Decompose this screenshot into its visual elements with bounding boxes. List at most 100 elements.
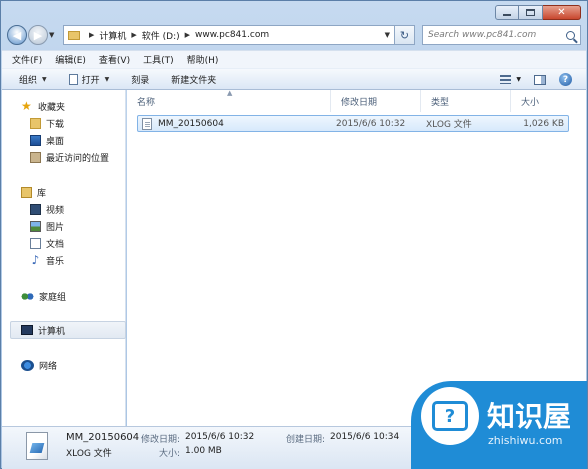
menu-bar: 文件(F) 编辑(E) 查看(V) 工具(T) 帮助(H) [2, 50, 586, 68]
crumb-separator-icon[interactable]: ▶ [185, 31, 190, 39]
caption-buttons: ✕ [495, 5, 581, 20]
details-modified-value: 2015/6/6 10:32 [185, 432, 255, 442]
nav-favorites-label: 收藏夹 [38, 102, 66, 113]
open-icon [68, 73, 78, 85]
nav-documents[interactable]: 文档 [30, 235, 64, 251]
address-bar[interactable]: ▶ 计算机 ▶ 软件 (D:) ▶ www.pc841.com ▼ [63, 25, 395, 45]
nav-downloads-label: 下载 [46, 119, 65, 130]
close-button[interactable]: ✕ [543, 5, 581, 20]
search-input[interactable]: Search www.pc841.com [428, 30, 566, 40]
column-header-size[interactable]: 大小 [511, 90, 587, 112]
details-created-label: 创建日期: [286, 435, 326, 445]
nav-libraries[interactable]: 库 [21, 184, 46, 200]
preview-pane-icon[interactable] [534, 74, 546, 85]
column-header-type[interactable]: 类型 [421, 90, 511, 112]
desktop-icon [30, 134, 41, 146]
libraries-icon [21, 186, 32, 198]
watermark-title: 知识屋 [487, 400, 572, 433]
view-controls: ▼ ? [500, 73, 572, 86]
command-bar: 组织 ▼ 打开 ▼ 刻录 新建文件夹 ▼ ? [2, 68, 586, 90]
navigation-pane: ★ 收藏夹 下载 桌面 最近访问的位置 库 视频 图片 文档 ♪ 音乐 家庭组 … [2, 90, 126, 426]
organize-label: 组织 [19, 75, 38, 86]
refresh-icon: ↻ [399, 28, 410, 42]
nav-desktop[interactable]: 桌面 [30, 132, 64, 148]
nav-favorites[interactable]: ★ 收藏夹 [21, 98, 65, 114]
refresh-button[interactable]: ↻ [395, 25, 415, 45]
nav-videos[interactable]: 视频 [30, 201, 64, 217]
burn-button[interactable]: 刻录 [131, 73, 149, 86]
nav-libraries-label: 库 [37, 188, 47, 199]
maximize-icon [526, 9, 535, 16]
xlog-file-icon [142, 117, 152, 130]
nav-documents-label: 文档 [46, 239, 65, 250]
recent-pages-dropdown[interactable]: ▼ [49, 31, 59, 39]
nav-computer[interactable]: 计算机 [21, 322, 65, 338]
back-arrow-icon: ◀ [12, 28, 22, 42]
recent-places-icon [30, 151, 41, 163]
column-modified-label: 修改日期 [341, 97, 378, 108]
menu-view[interactable]: 查看(V) [99, 53, 130, 66]
details-modified-label: 修改日期: [141, 435, 181, 445]
details-file-name: MM_20150604 [66, 432, 140, 443]
nav-network-label: 网络 [39, 361, 58, 372]
details-created-value: 2015/6/6 10:34 [330, 432, 400, 442]
nav-pictures[interactable]: 图片 [30, 218, 64, 234]
breadcrumb-drive[interactable]: 软件 (D:) [142, 29, 180, 42]
menu-file[interactable]: 文件(F) [12, 53, 42, 66]
nav-recent-label: 最近访问的位置 [46, 153, 110, 164]
folder-icon [68, 30, 80, 40]
address-dropdown-icon[interactable]: ▼ [385, 31, 390, 39]
nav-downloads[interactable]: 下载 [30, 115, 64, 131]
search-icon[interactable] [566, 30, 575, 40]
view-dropdown-icon[interactable]: ▼ [516, 76, 521, 83]
maximize-button[interactable] [519, 5, 543, 20]
nav-homegroup-label: 家庭组 [39, 292, 67, 303]
minimize-button[interactable] [495, 5, 519, 20]
burn-label: 刻录 [131, 75, 150, 86]
back-button[interactable]: ◀ [7, 25, 27, 45]
breadcrumb-folder[interactable]: www.pc841.com [195, 30, 269, 40]
column-size-label: 大小 [521, 97, 540, 108]
breadcrumb-computer[interactable]: 计算机 [99, 29, 126, 42]
file-list-pane: 名称 ▲ 修改日期 类型 大小 MM_20150604 2015/6/6 10:… [127, 89, 587, 426]
nav-pictures-label: 图片 [46, 222, 65, 233]
network-icon [21, 359, 34, 371]
file-row[interactable]: MM_20150604 2015/6/6 10:32 XLOG 文件 1,026… [137, 115, 569, 132]
videos-icon [30, 203, 41, 215]
help-icon[interactable]: ? [559, 73, 572, 86]
watermark-circle: ? [421, 387, 479, 445]
address-row: ◀ ▶ ▼ ▶ 计算机 ▶ 软件 (D:) ▶ www.pc841.com ▼ … [7, 23, 581, 47]
organize-button[interactable]: 组织 ▼ [19, 73, 47, 86]
forward-arrow-icon: ▶ [33, 28, 43, 42]
open-button[interactable]: 打开 ▼ [68, 73, 110, 86]
nav-recent-places[interactable]: 最近访问的位置 [30, 149, 109, 165]
chevron-down-icon: ▼ [104, 75, 110, 83]
menu-tools[interactable]: 工具(T) [143, 53, 174, 66]
nav-music[interactable]: ♪ 音乐 [30, 252, 64, 268]
explorer-window: ✕ ◀ ▶ ▼ ▶ 计算机 ▶ 软件 (D:) ▶ www.pc841.com … [0, 0, 588, 469]
sort-ascending-icon: ▲ [227, 89, 233, 97]
nav-homegroup[interactable]: 家庭组 [21, 288, 66, 304]
change-view-icon[interactable] [500, 75, 512, 84]
nav-desktop-label: 桌面 [46, 136, 65, 147]
file-size: 1,026 KB [523, 118, 564, 129]
search-box[interactable]: Search www.pc841.com [422, 25, 581, 45]
new-folder-button[interactable]: 新建文件夹 [171, 73, 216, 86]
file-modified: 2015/6/6 10:32 [336, 118, 406, 129]
documents-icon [30, 237, 41, 249]
crumb-separator-icon[interactable]: ▶ [131, 31, 136, 39]
column-header-modified[interactable]: 修改日期 [331, 90, 421, 112]
details-size-value: 1.00 MB [185, 446, 222, 456]
file-name: MM_20150604 [158, 118, 224, 129]
menu-help[interactable]: 帮助(H) [187, 53, 219, 66]
column-header-name[interactable]: 名称 ▲ [127, 89, 331, 112]
menu-edit[interactable]: 编辑(E) [55, 53, 86, 66]
question-monitor-icon: ? [432, 401, 468, 431]
file-type: XLOG 文件 [426, 120, 472, 130]
nav-network[interactable]: 网络 [21, 357, 57, 373]
new-folder-label: 新建文件夹 [171, 75, 217, 86]
star-icon: ★ [21, 98, 32, 113]
forward-button[interactable]: ▶ [28, 25, 48, 45]
nav-music-label: 音乐 [46, 256, 65, 267]
file-thumbnail-icon [26, 432, 48, 460]
